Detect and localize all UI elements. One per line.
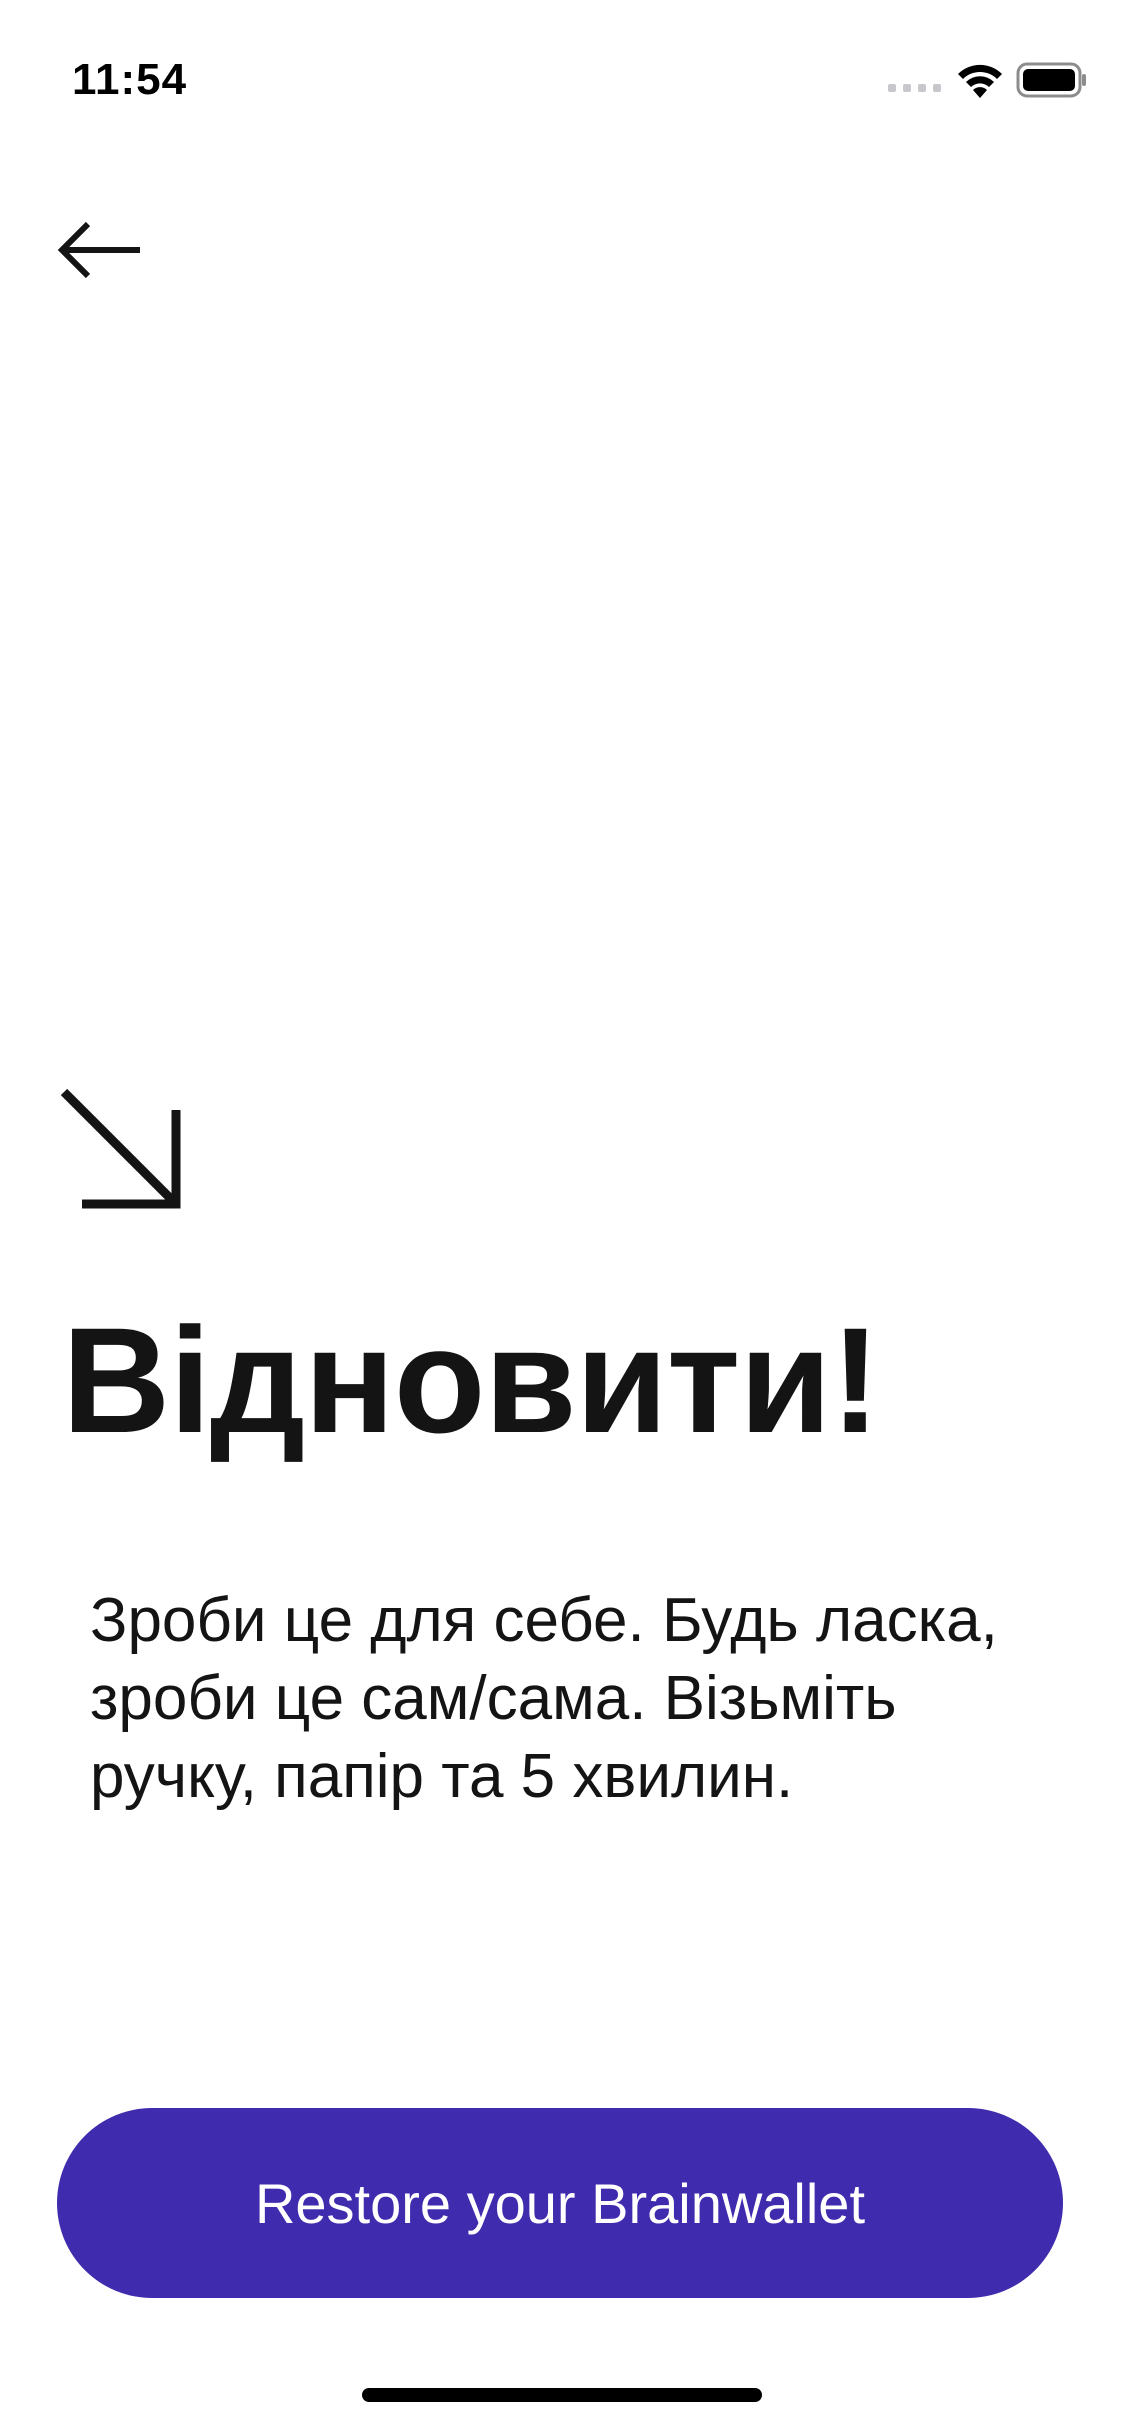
battery-icon <box>1016 62 1086 98</box>
wifi-icon <box>958 64 1002 98</box>
restore-button-label: Restore your Brainwallet <box>254 2171 866 2235</box>
home-indicator[interactable] <box>362 2388 762 2402</box>
arrow-left-icon <box>57 221 140 279</box>
status-bar: 11:54 <box>0 0 1124 140</box>
description-text: Зроби це для себе. Будь ласка, зроби це … <box>90 1586 998 1811</box>
restore-button[interactable]: Restore your Brainwallet <box>57 2108 1063 2298</box>
arrow-down-right-icon <box>60 1088 181 1209</box>
back-button[interactable] <box>48 200 148 300</box>
cellular-signal-icon <box>888 84 941 92</box>
status-time: 11:54 <box>72 55 188 104</box>
page-title: Відновити! <box>62 1296 881 1464</box>
